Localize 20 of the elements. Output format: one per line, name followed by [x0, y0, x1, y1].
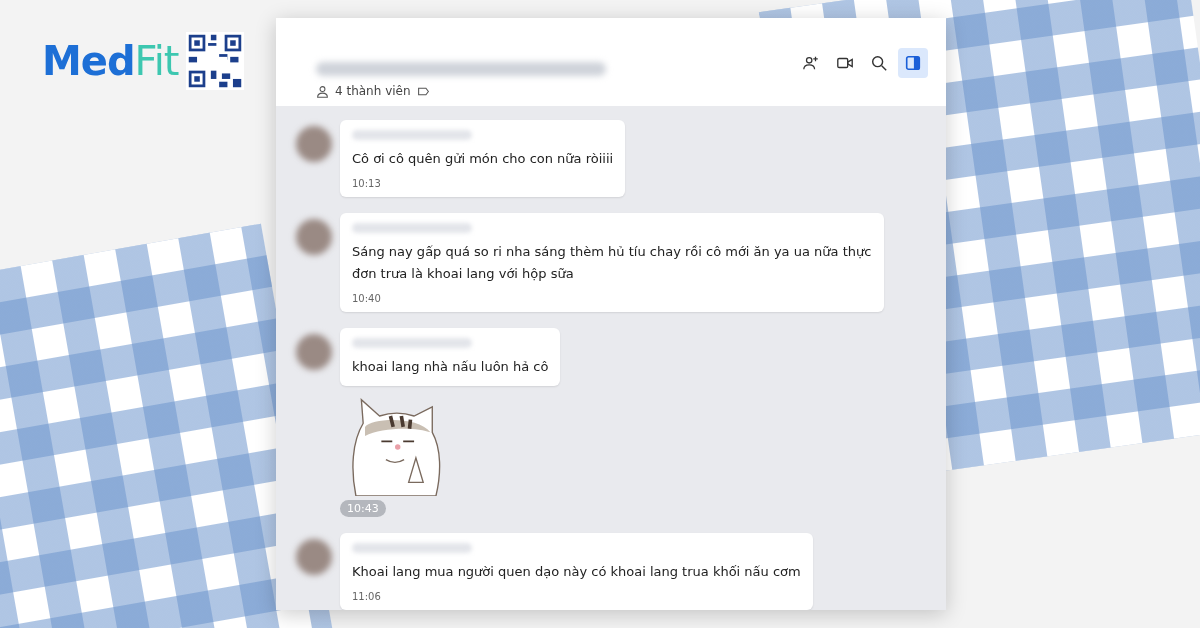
message-text: khoai lang nhà nấu luôn hả cô [352, 358, 549, 376]
side-panel-button[interactable] [898, 48, 928, 78]
message-time: 10:40 [352, 293, 382, 304]
message-time: 11:06 [352, 591, 382, 602]
message-text: Khoai lang mua người quen dạo này có khoai lang trua khối nấu cơm [352, 563, 801, 581]
avatar [296, 334, 332, 370]
avatar [296, 219, 332, 255]
qr-code-icon [186, 32, 245, 90]
side-panel-icon [904, 54, 922, 72]
avatar [296, 539, 332, 575]
search-icon [870, 54, 888, 72]
message-text: Sáng nay gấp quá so ri nha sáng thèm hủ tíu chay rồi cô mới ăn ya ua nữa thực đơn trưa là khoai lang với hộp sữa [352, 243, 872, 283]
message-text: Cô ơi cô quên gửi món cho con nữa ròiiii [352, 150, 614, 168]
message-time: 10:13 [352, 178, 382, 189]
avatar [296, 126, 332, 162]
member-count: 4 thành viên [335, 84, 411, 98]
message-time: 10:43 [340, 500, 386, 517]
brand-logo: MedFit [42, 38, 179, 84]
add-person-icon [802, 54, 820, 72]
person-icon [316, 84, 329, 98]
